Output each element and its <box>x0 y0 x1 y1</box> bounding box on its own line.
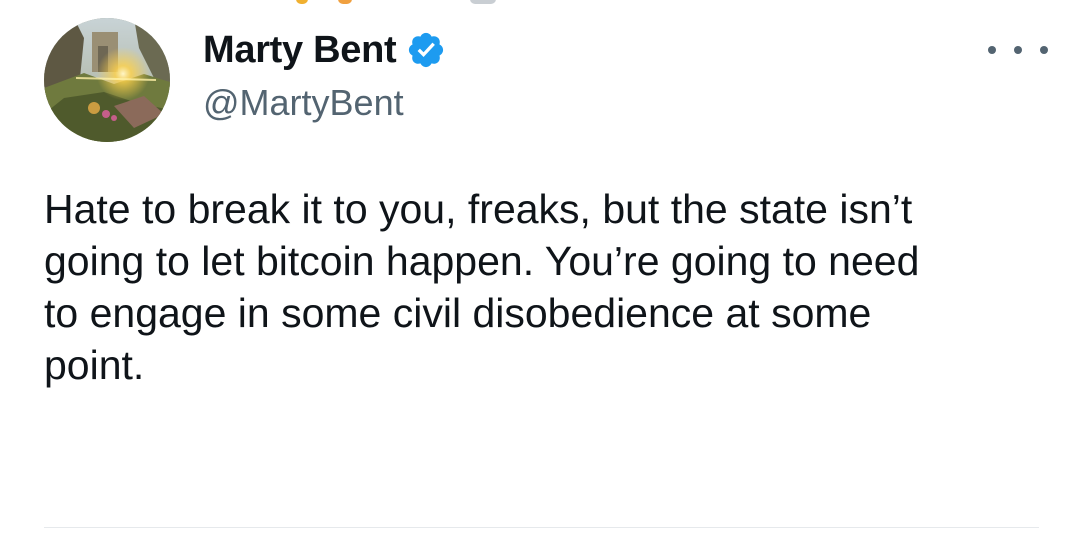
avatar-image <box>44 18 170 142</box>
avatar[interactable] <box>44 18 170 142</box>
previous-content-fragment <box>0 0 1079 8</box>
divider <box>44 527 1039 528</box>
tweet-text: Hate to break it to you, freaks, but the… <box>44 186 920 388</box>
display-name[interactable]: Marty Bent <box>203 29 397 72</box>
author-handle[interactable]: @MartyBent <box>203 82 446 124</box>
more-options-button[interactable] <box>988 30 1048 70</box>
more-options-dot <box>1040 46 1048 54</box>
tweet-card: Marty Bent @MartyBent Hate to break it t… <box>0 0 1079 539</box>
more-options-dot <box>1014 46 1022 54</box>
more-options-icon <box>988 46 996 54</box>
name-row: Marty Bent <box>203 22 446 78</box>
verified-badge-icon <box>406 30 446 70</box>
tweet-header: Marty Bent @MartyBent <box>203 22 446 124</box>
